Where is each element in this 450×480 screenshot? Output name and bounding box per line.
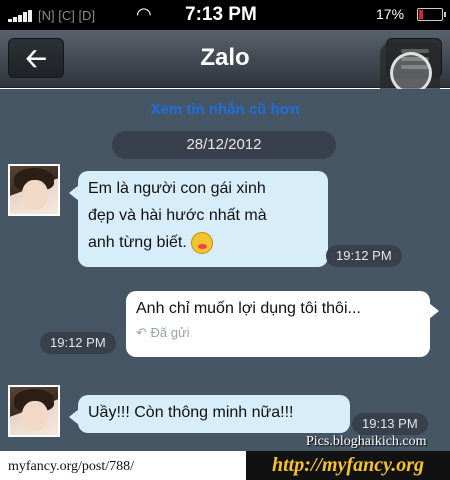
brand-banner[interactable]: http://myfancy.org	[246, 451, 450, 480]
avatar[interactable]	[8, 164, 60, 216]
battery-percent: 17%	[376, 6, 405, 22]
footer-url[interactable]: myfancy.org/post/788/	[8, 459, 134, 475]
message-time: 19:12 PM	[40, 332, 116, 354]
message-line: Em là người con gái xinh	[88, 180, 266, 197]
message-time: 19:13 PM	[352, 413, 428, 435]
footer: myfancy.org/post/788/ http://myfancy.org	[0, 451, 450, 480]
blushing-face-icon	[191, 231, 214, 254]
navigation-bar: 🡠 Zalo	[0, 30, 450, 102]
wifi-icon: ◠	[136, 4, 152, 24]
sent-status: ↶ Đã gửi	[136, 325, 190, 340]
watermark: Pics.bloghaikich.com	[306, 434, 427, 449]
message-line: anh từng biết.	[88, 234, 187, 251]
message-line: Uầy!!! Còn thông minh nữa!!!	[88, 404, 294, 421]
message-line: đẹp và hài hước nhất mà	[88, 207, 267, 224]
date-separator: 28/12/2012	[112, 131, 336, 159]
load-older-messages-link[interactable]: Xem tin nhắn cũ hơn	[0, 101, 450, 118]
message-bubble-incoming[interactable]: Uầy!!! Còn thông minh nữa!!!	[69, 395, 350, 433]
battery-icon	[417, 8, 446, 21]
message-bubble-outgoing[interactable]: Anh chỉ muốn lợi dụng tôi thôi... ↶ Đã g…	[126, 291, 439, 357]
carrier-name: [N] [C] [D]	[38, 8, 96, 23]
message-line: Anh chỉ muốn lợi dụng tôi thôi...	[136, 300, 361, 317]
message-bubble-incoming[interactable]: Em là người con gái xinh đẹp và hài hước…	[69, 171, 328, 267]
status-time: 7:13 PM	[185, 4, 257, 25]
chat-area[interactable]: Xem tin nhắn cũ hơn 28/12/2012 Em là ngư…	[0, 89, 450, 451]
signal-icon	[8, 10, 34, 22]
message-time: 19:12 PM	[326, 245, 402, 267]
status-bar: [N] [C] [D] ◠ 7:13 PM 17%	[0, 0, 450, 30]
avatar[interactable]	[8, 385, 60, 437]
